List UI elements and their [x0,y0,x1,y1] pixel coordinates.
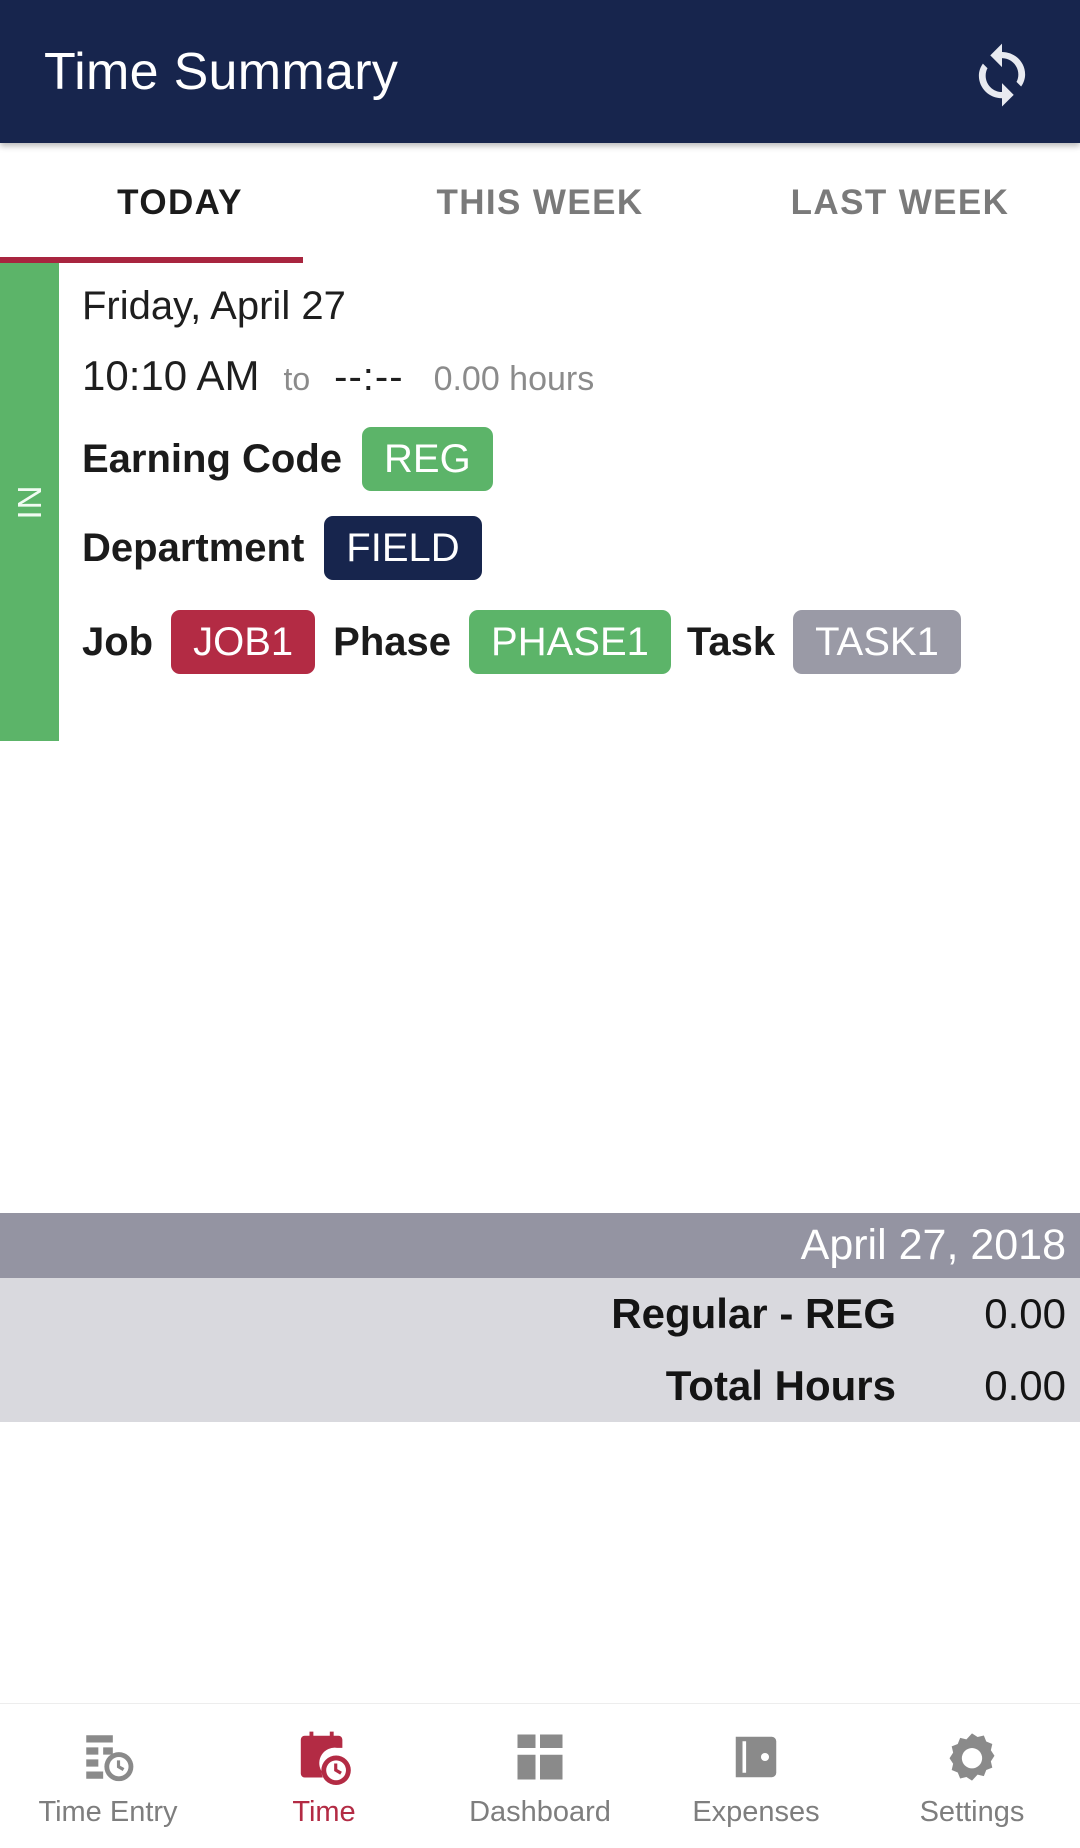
job-badge: JOB1 [171,610,316,674]
entry-status-bar: IN [0,263,59,741]
phase-label: Phase [333,620,452,664]
time-clock-calendar-icon [293,1726,355,1788]
entry-end-time: --:-- [334,355,404,399]
entry-time-row: 10:10 AM to --:-- 0.00 hours [82,352,1080,399]
time-entry-icon [77,1726,139,1788]
entry-to-label: to [283,361,311,397]
task-label: Task [686,620,776,664]
time-entry-card[interactable]: IN Friday, April 27 10:10 AM to --:-- 0.… [0,263,1080,741]
entry-status-label: IN [10,484,48,520]
summary-row: Regular - REG 0.00 [14,1278,1066,1350]
nav-label-settings: Settings [919,1795,1025,1828]
tab-today[interactable]: TODAY [0,143,360,263]
earning-code-badge: REG [362,427,493,491]
summary-date: April 27, 2018 [800,1221,1066,1269]
earning-code-row: Earning Code REG [82,419,1080,499]
app-bar: Time Summary [0,0,1080,143]
summary-row: Total Hours 0.00 [14,1350,1066,1422]
department-row: Department FIELD [82,508,1080,588]
summary-totals: Regular - REG 0.00 Total Hours 0.00 [0,1278,1080,1422]
nav-item-time-entry[interactable]: Time Entry [0,1704,216,1848]
nav-label-expenses: Expenses [692,1795,820,1828]
department-label: Department [82,526,305,570]
tab-last-week[interactable]: LAST WEEK [720,143,1080,263]
nav-item-dashboard[interactable]: Dashboard [432,1704,648,1848]
nav-label-dashboard: Dashboard [469,1795,611,1828]
nav-item-time[interactable]: Time [216,1704,432,1848]
time-entry-card-body: Friday, April 27 10:10 AM to --:-- 0.00 … [59,263,1080,741]
summary-regular-value: 0.00 [984,1290,1066,1337]
task-badge: TASK1 [793,610,961,674]
nav-item-expenses[interactable]: Expenses [648,1704,864,1848]
earning-code-label: Earning Code [82,437,343,481]
sync-icon[interactable] [956,26,1048,118]
active-tab-indicator [0,257,303,263]
summary-total-label: Total Hours [665,1362,896,1409]
job-label: Job [82,620,154,664]
entry-date: Friday, April 27 [82,284,346,328]
wallet-icon [725,1726,787,1788]
gear-icon [941,1726,1003,1788]
entry-hours: 0.00 hours [433,360,595,398]
phase-badge: PHASE1 [469,610,671,674]
nav-label-time-entry: Time Entry [38,1795,178,1828]
tab-this-week[interactable]: THIS WEEK [360,143,720,263]
nav-item-settings[interactable]: Settings [864,1704,1080,1848]
nav-label-time: Time [292,1795,356,1828]
summary-total-value: 0.00 [984,1362,1066,1409]
page-title: Time Summary [44,42,399,101]
summary-date-bar: April 27, 2018 [0,1213,1080,1278]
entry-start-time: 10:10 AM [82,352,260,399]
summary-regular-label: Regular - REG [611,1290,896,1337]
job-phase-task-row: Job JOB1 Phase PHASE1 Task TASK1 [82,602,1080,682]
department-badge: FIELD [324,516,482,580]
tab-bar: TODAY THIS WEEK LAST WEEK [0,143,1080,263]
dashboard-grid-icon [509,1726,571,1788]
bottom-navigation: Time Entry Time Dashboard Expenses Setti… [0,1703,1080,1848]
